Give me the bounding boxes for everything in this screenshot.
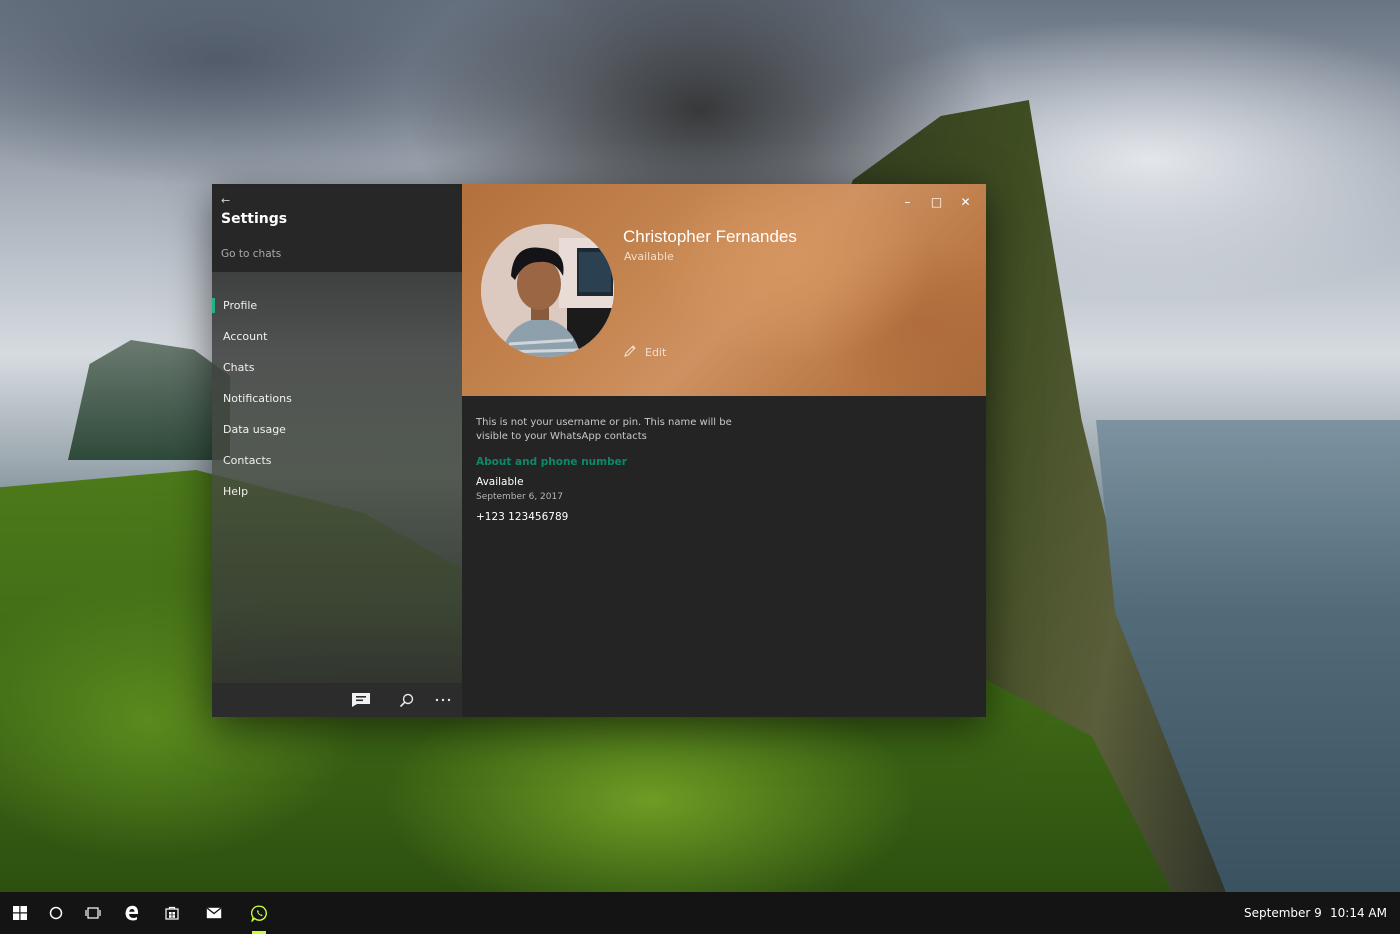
- search-icon[interactable]: [393, 683, 419, 717]
- more-icon[interactable]: [430, 683, 456, 717]
- edit-label: Edit: [645, 346, 667, 359]
- section-title-about: About and phone number: [476, 456, 627, 468]
- profile-status: Available: [624, 250, 674, 263]
- whatsapp-icon[interactable]: [239, 892, 279, 934]
- mail-icon[interactable]: [194, 892, 234, 934]
- sidebar-item-profile[interactable]: Profile: [212, 290, 462, 321]
- back-arrow-icon[interactable]: ←: [221, 194, 230, 207]
- sidebar-header: ← Settings Go to chats: [212, 184, 462, 272]
- profile-name: Christopher Fernandes: [623, 227, 797, 246]
- profile-panel: – □ ✕ Christopher Fernandes Available Ed…: [462, 184, 986, 717]
- minimize-button[interactable]: –: [893, 190, 922, 214]
- edge-icon[interactable]: [112, 892, 152, 934]
- whatsapp-window: ← Settings Go to chats Profile Account C…: [212, 184, 986, 717]
- sidebar-item-chats[interactable]: Chats: [212, 352, 462, 383]
- windows-start-icon[interactable]: [0, 892, 40, 934]
- sidebar-item-data-usage[interactable]: Data usage: [212, 414, 462, 445]
- about-date: September 6, 2017: [476, 492, 563, 502]
- settings-title: Settings: [221, 211, 288, 227]
- wallpaper-island: [68, 340, 230, 460]
- name-info-text: This is not your username or pin. This n…: [476, 417, 732, 442]
- sidebar-item-help[interactable]: Help: [212, 476, 462, 507]
- settings-sidebar: ← Settings Go to chats Profile Account C…: [212, 184, 462, 717]
- avatar[interactable]: [481, 224, 614, 357]
- pencil-icon: [623, 343, 637, 362]
- profile-header: – □ ✕ Christopher Fernandes Available Ed…: [462, 184, 986, 396]
- go-to-chats-link[interactable]: Go to chats: [221, 248, 281, 260]
- edit-profile-button[interactable]: Edit: [623, 343, 666, 362]
- sidebar-item-account[interactable]: Account: [212, 321, 462, 352]
- cortana-icon[interactable]: [36, 892, 76, 934]
- window-controls: – □ ✕: [893, 190, 980, 214]
- about-text[interactable]: Available: [476, 476, 524, 488]
- phone-number: +123 123456789: [476, 511, 569, 523]
- new-chat-icon[interactable]: [348, 683, 374, 717]
- taskbar-time[interactable]: 10:14 AM: [1330, 906, 1387, 920]
- taskbar: September 9 10:14 AM: [0, 892, 1400, 934]
- sidebar-item-notifications[interactable]: Notifications: [212, 383, 462, 414]
- close-button[interactable]: ✕: [951, 190, 980, 214]
- store-icon[interactable]: [152, 892, 192, 934]
- task-view-icon[interactable]: [73, 892, 113, 934]
- settings-nav: Profile Account Chats Notifications Data…: [212, 290, 462, 507]
- taskbar-date[interactable]: September 9: [1244, 906, 1322, 920]
- maximize-button[interactable]: □: [922, 190, 951, 214]
- sidebar-item-contacts[interactable]: Contacts: [212, 445, 462, 476]
- sidebar-bottom-bar: [212, 683, 462, 717]
